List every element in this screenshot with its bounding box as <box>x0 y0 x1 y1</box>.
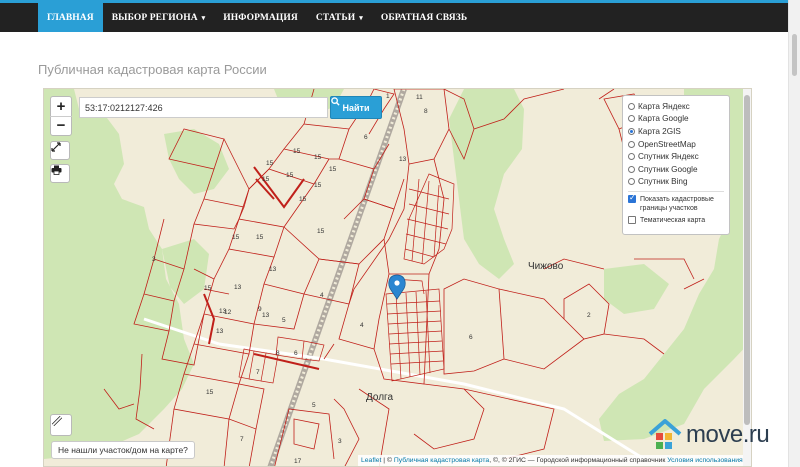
parcel-label: 8 <box>424 108 428 115</box>
page-title: Публичная кадастровая карта России <box>38 62 267 77</box>
page-scrollbar[interactable] <box>788 0 800 467</box>
parcel-label: 15 <box>329 166 337 173</box>
map-scrollbar[interactable] <box>743 89 751 466</box>
parcel-label: 15 <box>286 172 294 179</box>
forest-patch <box>604 264 669 314</box>
terms-link[interactable]: Условия использования <box>667 457 742 464</box>
layer-option-osm[interactable]: OpenStreetMap <box>628 138 724 151</box>
chevron-down-icon: ▾ <box>359 13 363 22</box>
place-label-chizhovo: Чижово <box>528 261 564 272</box>
radio-button[interactable] <box>628 153 635 161</box>
parcel-label: 7 <box>256 369 260 376</box>
layer-option-yandex-map[interactable]: Карта Яндекс <box>628 100 724 113</box>
parcel-label: 15 <box>232 234 240 241</box>
search-button[interactable]: Найти <box>330 96 382 119</box>
scrollbar-thumb[interactable] <box>744 95 750 425</box>
parcel-label: 9 <box>258 306 262 313</box>
main-navbar: ГЛАВНАЯ ВЫБОР РЕГИОНА ▾ ИНФОРМАЦИЯ СТАТЬИ… <box>0 3 788 32</box>
cadastral-map[interactable]: 1 11 8 4 6 2 15 15 15 15 15 15 15 15 15 … <box>43 88 752 467</box>
parcel-label: 15 <box>204 285 212 292</box>
parcel-label: 15 <box>317 228 325 235</box>
nav-region-select[interactable]: ВЫБОР РЕГИОНА ▾ <box>103 3 215 32</box>
layer-switcher: Карта Яндекс Карта Google Карта 2GIS Ope… <box>622 95 730 235</box>
watermark: move.ru <box>648 419 770 451</box>
layer-divider <box>628 191 724 193</box>
search-icon <box>331 97 340 106</box>
railway-line-dash <box>269 89 406 466</box>
parcel-label: 12 <box>224 309 232 316</box>
pkk-link[interactable]: Публичная кадастровая карта <box>394 457 489 464</box>
chevron-down-icon: ▾ <box>201 13 206 22</box>
radio-button[interactable] <box>628 140 635 148</box>
fullscreen-icon <box>51 142 61 152</box>
map-marker-icon[interactable] <box>388 274 406 300</box>
parcel-label: 13 <box>262 312 270 319</box>
nav-feedback[interactable]: ОБРАТНАЯ СВЯЗЬ <box>372 3 476 32</box>
parcel-label: 7 <box>240 436 244 443</box>
zoom-control: + − <box>50 96 72 136</box>
search-button-label: Найти <box>342 102 370 113</box>
parcel-label: 13 <box>234 284 242 291</box>
parcel-label: 4 <box>320 292 324 299</box>
parcel-label: 6 <box>469 334 473 341</box>
layer-option-bing-satellite[interactable]: Спутник Bing <box>628 176 724 189</box>
layer-option-google-map[interactable]: Карта Google <box>628 113 724 126</box>
parcel-label: 2 <box>587 312 591 319</box>
parcel-label: 15 <box>256 234 264 241</box>
overlay-thematic-map[interactable]: Тематическая карта <box>628 216 724 225</box>
house-logo-icon <box>648 419 682 449</box>
parcel-label: 13 <box>399 156 407 163</box>
radio-button-selected[interactable] <box>628 127 635 135</box>
ruler-icon <box>51 415 63 427</box>
checkbox[interactable] <box>628 216 636 225</box>
parcel-label: 3 <box>152 256 156 263</box>
forest-central <box>449 89 524 279</box>
radio-button[interactable] <box>628 178 635 186</box>
zoom-out-button[interactable]: − <box>50 117 72 136</box>
parcel-label: 15 <box>299 196 307 203</box>
radio-button[interactable] <box>628 165 635 173</box>
overlay-cadastral-boundaries[interactable]: Показать кадастровые границы участков <box>628 193 724 213</box>
nav-info[interactable]: ИНФОРМАЦИЯ <box>214 3 307 32</box>
place-label-dolga: Долга <box>366 392 393 403</box>
radio-button[interactable] <box>628 115 635 123</box>
parcel-label: 15 <box>206 389 214 396</box>
parcel-label: 13 <box>216 328 224 335</box>
parcel-label: 5 <box>312 402 316 409</box>
printer-icon <box>51 165 62 175</box>
parcel-label: 6 <box>294 350 298 357</box>
parcel-label: 3 <box>338 438 342 445</box>
parcel-label: 15 <box>262 176 270 183</box>
parcel-label: 5 <box>282 317 286 324</box>
parcel-label: 13 <box>269 266 277 273</box>
zoom-in-button[interactable]: + <box>50 97 72 117</box>
parcel-label: 17 <box>294 458 302 465</box>
nav-articles[interactable]: СТАТЬИ ▾ <box>307 3 372 32</box>
fullscreen-button[interactable] <box>50 141 70 160</box>
leaflet-link[interactable]: Leaflet <box>361 457 381 464</box>
parcel-label: 15 <box>293 148 301 155</box>
measure-button[interactable] <box>50 414 72 436</box>
layer-option-2gis-map[interactable]: Карта 2GIS <box>628 125 724 138</box>
layer-option-google-satellite[interactable]: Спутник Google <box>628 163 724 176</box>
cadastral-search-input[interactable] <box>79 97 328 118</box>
map-attribution: Leaflet | © Публичная кадастровая карта,… <box>358 455 746 466</box>
layer-option-yandex-satellite[interactable]: Спутник Яндекс <box>628 150 724 163</box>
forest-patch <box>164 129 229 194</box>
print-button[interactable] <box>50 164 70 183</box>
watermark-text: move.ru <box>686 421 770 448</box>
checkbox-checked[interactable] <box>628 193 636 204</box>
parcel-label: 11 <box>416 94 423 101</box>
parcel-label: 15 <box>266 160 274 167</box>
scrollbar-thumb[interactable] <box>792 34 797 76</box>
not-found-help-button[interactable]: Не нашли участок/дом на карте? <box>51 441 195 459</box>
nav-home[interactable]: ГЛАВНАЯ <box>38 3 103 32</box>
parcel-label: 4 <box>360 322 364 329</box>
parcel-label: 1 <box>386 93 390 100</box>
parcel-label: 6 <box>364 134 368 141</box>
radio-button[interactable] <box>628 102 635 110</box>
parcel-label: 15 <box>314 182 322 189</box>
parcel-label: 15 <box>314 154 322 161</box>
parcel-label: 8 <box>276 350 280 357</box>
